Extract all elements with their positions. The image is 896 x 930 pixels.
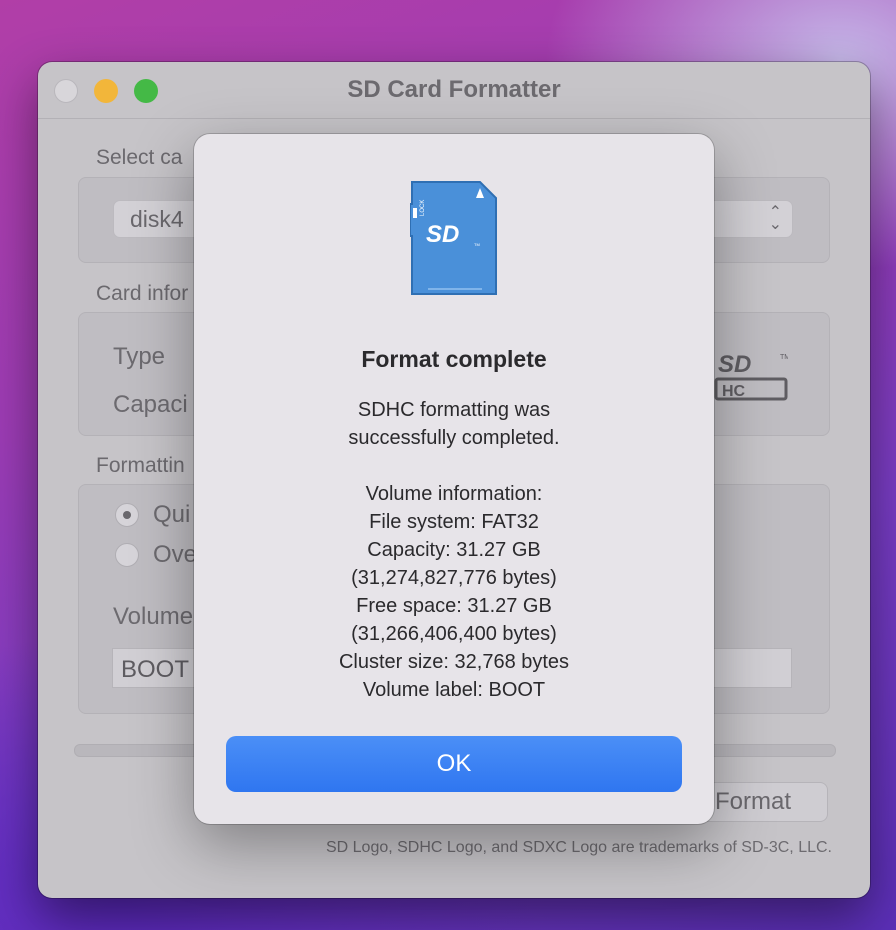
message-line: Free space: 31.27 GB (356, 595, 552, 617)
svg-text:LOCK: LOCK (420, 200, 426, 216)
svg-text:TM: TM (780, 354, 788, 361)
overwrite-format-label: Ove (153, 541, 198, 568)
message-line: File system: FAT32 (369, 511, 539, 533)
format-button[interactable]: Format (698, 782, 828, 822)
message-line: Volume label: BOOT (362, 679, 546, 701)
sdhc-logo-icon: SD TM HC (714, 351, 788, 401)
type-label: Type (113, 343, 166, 370)
ok-button[interactable]: OK (226, 736, 682, 792)
message-line: (31,266,406,400 bytes) (351, 623, 557, 645)
select-card-label: Select ca (96, 146, 183, 169)
window-title: SD Card Formatter (347, 76, 561, 103)
card-info-label: Card infor (96, 282, 189, 305)
message-line: Volume information: (365, 483, 543, 505)
quick-format-radio[interactable] (115, 503, 139, 527)
message-line: Capacity: 31.27 GB (367, 539, 541, 561)
title-bar: SD Card Formatter (38, 62, 870, 119)
message-line: SDHC formatting was (357, 399, 551, 421)
dialog-title: Format complete (361, 346, 547, 372)
message-line (214, 452, 694, 480)
volume-label-caption: Volume (113, 603, 194, 630)
updown-chevron-icon: ⌃ ⌄ (768, 204, 782, 233)
svg-text:SD: SD (718, 351, 751, 378)
format-complete-dialog: LOCK SD TM Format complete SDHC formatti… (194, 134, 714, 824)
capacity-label: Capaci (113, 391, 188, 418)
svg-text:SD: SD (426, 221, 459, 248)
svg-text:TM: TM (474, 242, 480, 247)
overwrite-format-radio[interactable] (115, 543, 139, 567)
message-line: (31,274,827,776 bytes) (351, 567, 557, 589)
quick-format-label: Qui (153, 501, 191, 528)
message-line: Cluster size: 32,768 bytes (338, 651, 570, 673)
formatting-options-label: Formattin (96, 454, 185, 477)
sd-card-icon: LOCK SD TM (410, 181, 497, 295)
card-select-value: disk4 (130, 206, 184, 232)
svg-text:HC: HC (722, 383, 746, 400)
trademark-footer: SD Logo, SDHC Logo, and SDXC Logo are tr… (325, 839, 832, 856)
volume-label-value: BOOT (121, 656, 190, 683)
message-line: successfully completed. (348, 427, 560, 449)
dialog-message: SDHC formatting was successfully complet… (214, 396, 694, 704)
